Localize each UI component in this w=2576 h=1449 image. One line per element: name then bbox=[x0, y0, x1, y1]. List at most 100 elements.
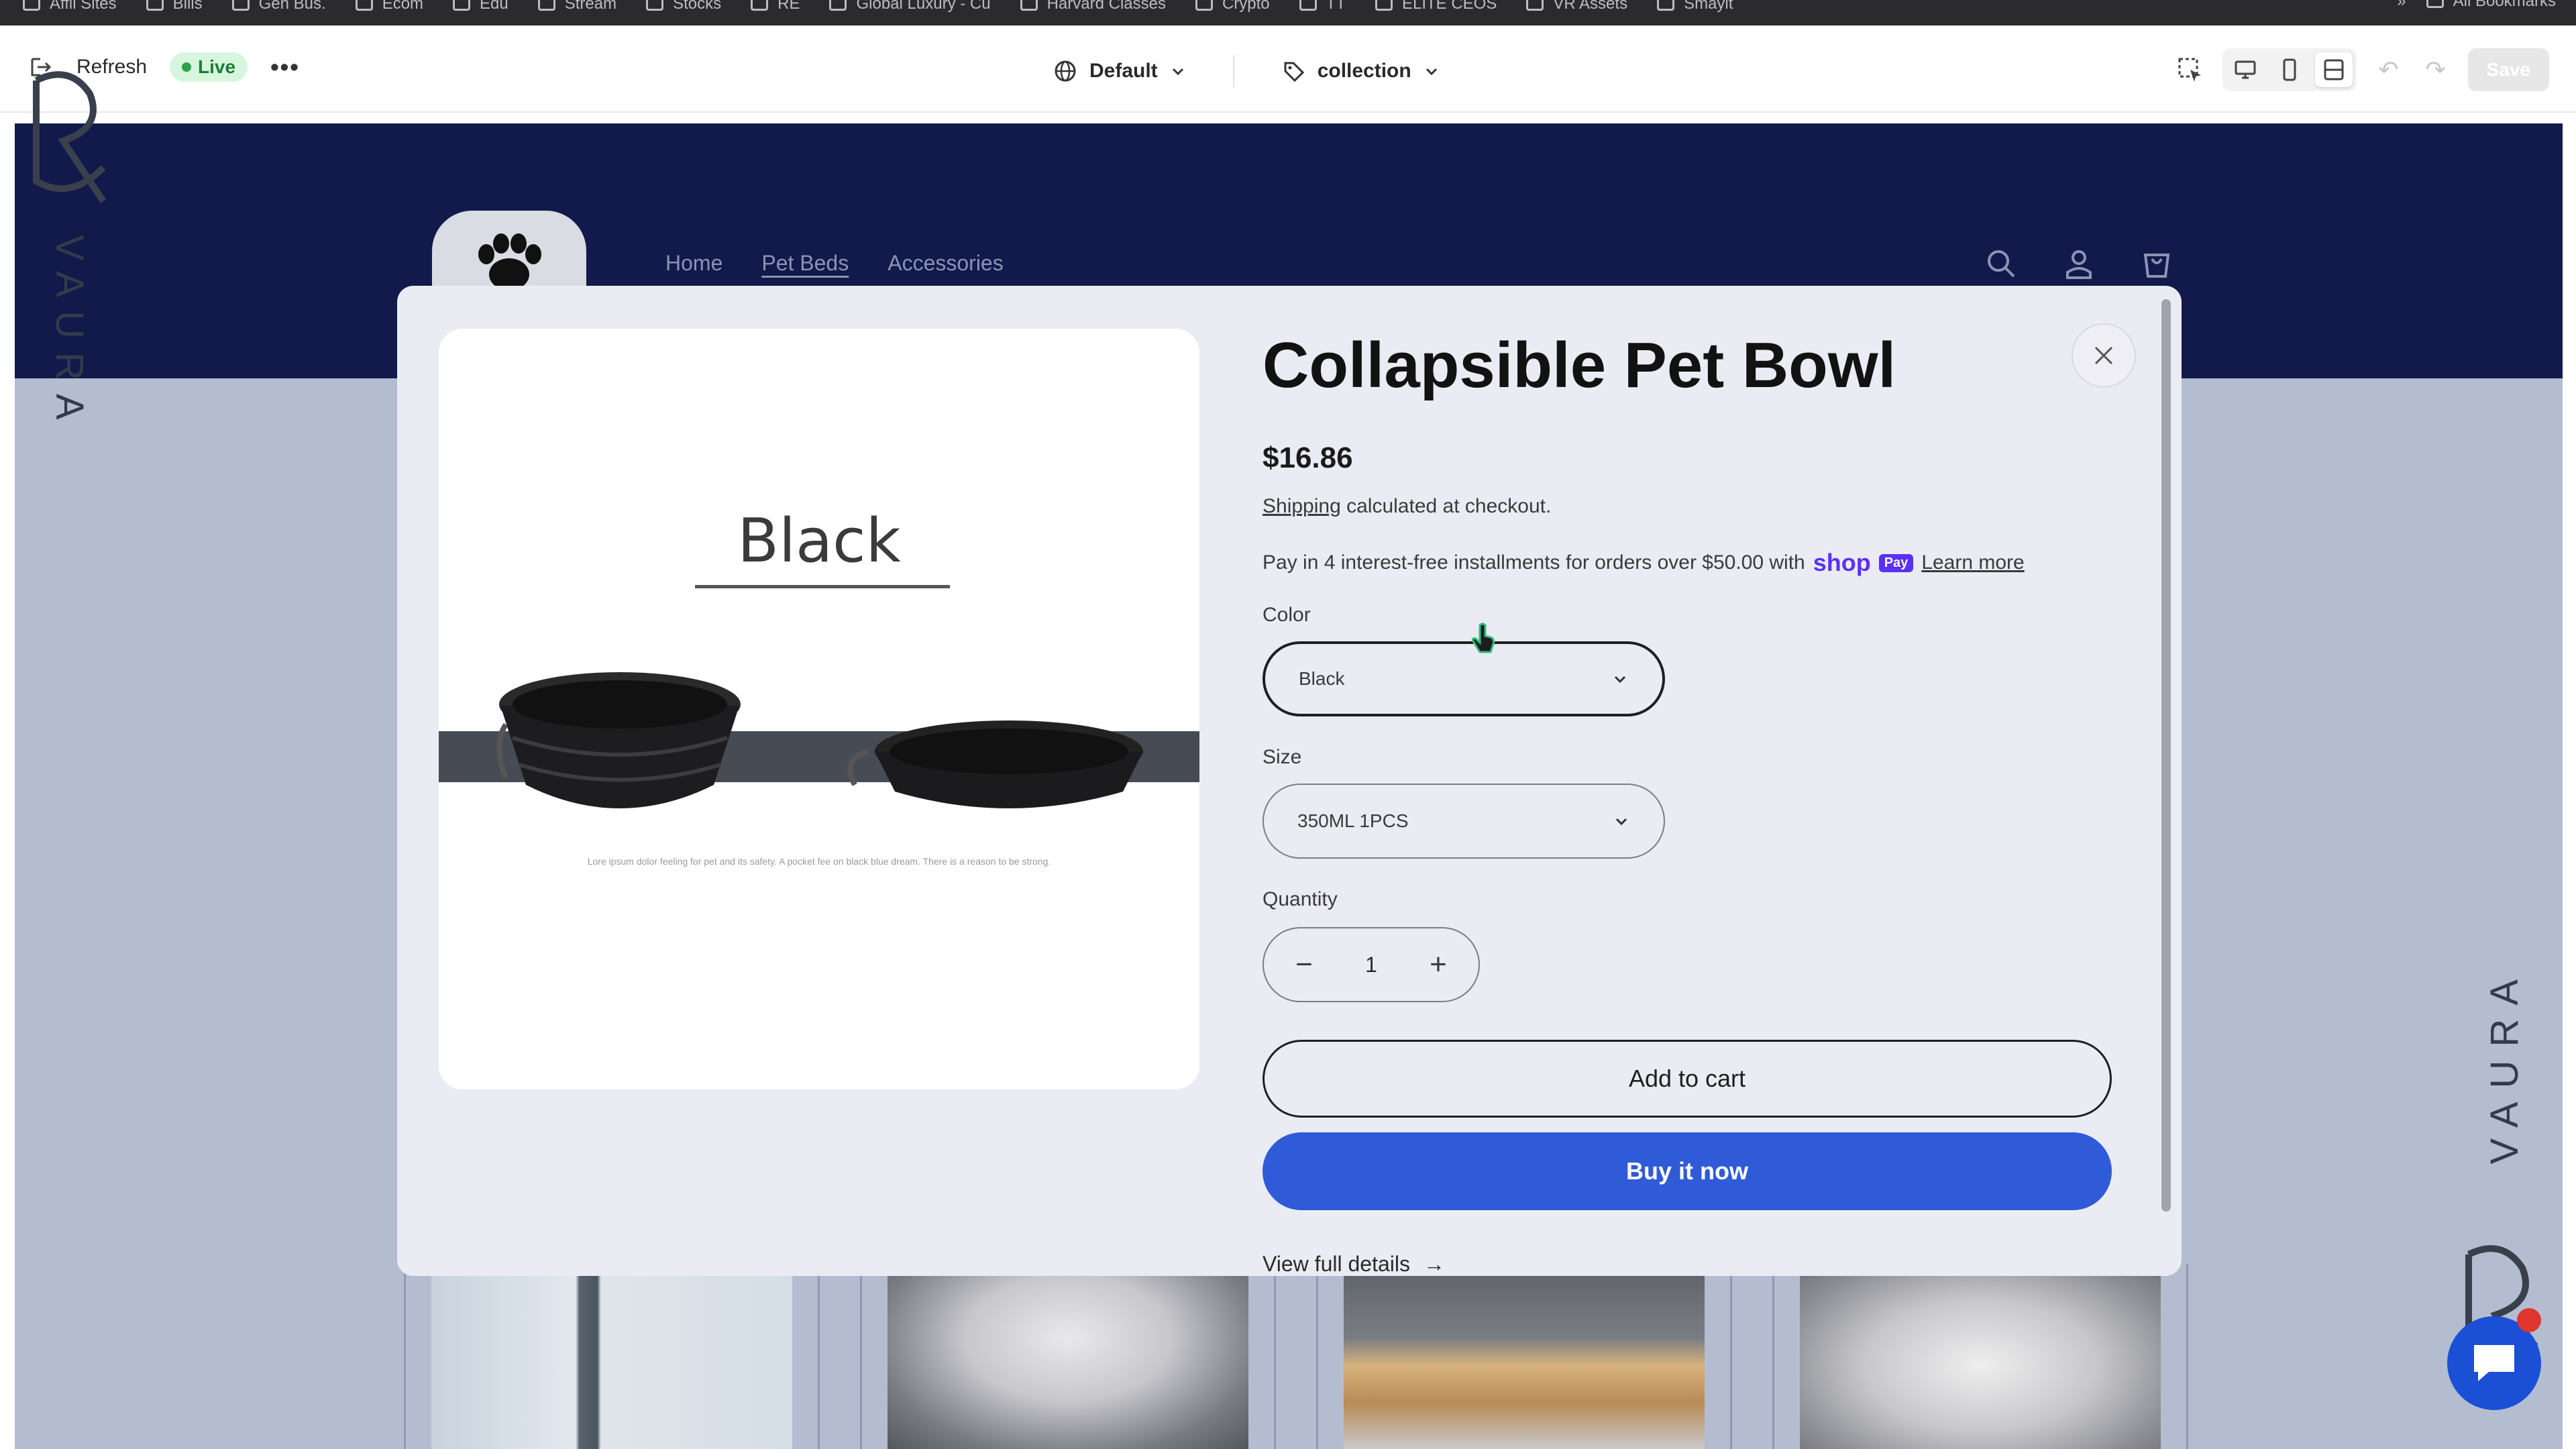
view-full-details-link[interactable]: View full details → bbox=[1263, 1252, 1445, 1276]
bookmark-item[interactable]: RE bbox=[751, 0, 800, 13]
color-select[interactable]: Black bbox=[1263, 641, 1665, 716]
folder-icon bbox=[646, 0, 664, 11]
cart-icon[interactable] bbox=[2140, 247, 2174, 280]
arrow-right-icon: → bbox=[1423, 1252, 1445, 1276]
color-select-value: Black bbox=[1299, 668, 1345, 689]
search-icon[interactable] bbox=[1984, 247, 2018, 280]
nav-home[interactable]: Home bbox=[665, 251, 722, 276]
bookmark-item[interactable]: ELITE CEOS bbox=[1375, 0, 1497, 13]
folder-icon bbox=[1195, 0, 1213, 11]
live-dot-icon bbox=[182, 62, 192, 72]
folder-icon bbox=[2426, 0, 2444, 8]
product-card[interactable] bbox=[1772, 1264, 2188, 1449]
theme-selector[interactable]: Default bbox=[1053, 59, 1186, 83]
all-bookmarks-button[interactable]: All Bookmarks bbox=[2426, 0, 2556, 11]
installments-text: Pay in 4 interest-free installments for … bbox=[1263, 551, 1805, 574]
size-select-value: 350ML 1PCS bbox=[1297, 810, 1409, 831]
installments-note: Pay in 4 interest-free installments for … bbox=[1263, 549, 2025, 577]
watermark-right: VAURA bbox=[2483, 966, 2526, 1165]
shop-pay-badge: Pay bbox=[1878, 553, 1914, 572]
size-label: Size bbox=[1263, 746, 1302, 768]
bookmarks-bar: Affil Sites Bills Gen Bus. Ecom Edu Stream Sto… bbox=[0, 0, 2576, 25]
bookmark-item[interactable]: VR Assets bbox=[1526, 0, 1627, 13]
size-select[interactable]: 350ML 1PCS bbox=[1263, 784, 1665, 859]
product-image: Black Lore ipsum dolor feeling for pet a… bbox=[439, 329, 1199, 1089]
close-icon bbox=[2094, 346, 2113, 365]
fullwidth-icon bbox=[2324, 59, 2344, 80]
bookmark-item[interactable]: Global Luxury - Cu bbox=[829, 0, 991, 13]
mobile-preview-button[interactable] bbox=[2271, 52, 2308, 87]
folder-icon bbox=[1299, 0, 1317, 11]
bookmark-item[interactable]: Stocks bbox=[646, 0, 721, 13]
product-card[interactable] bbox=[860, 1264, 1276, 1449]
quantity-input[interactable]: 1 bbox=[1365, 953, 1377, 977]
quantity-label: Quantity bbox=[1263, 888, 1338, 910]
watermark-left: VAURA bbox=[48, 235, 91, 433]
redo-icon[interactable]: ↷ bbox=[2421, 55, 2451, 85]
chevron-down-icon bbox=[1172, 68, 1183, 76]
folder-icon bbox=[146, 0, 164, 11]
folder-icon bbox=[1375, 0, 1393, 11]
toolbar-divider bbox=[1232, 55, 1234, 87]
fullwidth-preview-button[interactable] bbox=[2314, 52, 2353, 87]
product-card-image bbox=[888, 1264, 1248, 1449]
folder-icon bbox=[231, 0, 250, 11]
inspector-icon[interactable] bbox=[2176, 55, 2205, 85]
folder-icon bbox=[537, 0, 555, 11]
folder-icon bbox=[23, 0, 40, 11]
folder-icon bbox=[453, 0, 471, 11]
bookmark-item[interactable]: Ecom bbox=[355, 0, 423, 13]
shop-pay-logo: shop bbox=[1813, 549, 1871, 576]
buy-now-button[interactable]: Buy it now bbox=[1263, 1132, 2112, 1210]
desktop-icon bbox=[2235, 60, 2256, 79]
learn-more-link[interactable]: Learn more bbox=[1921, 551, 2024, 574]
hand-cursor-icon bbox=[1472, 623, 1495, 653]
bookmark-item[interactable]: Stream bbox=[537, 0, 616, 13]
product-card-image bbox=[1344, 1264, 1705, 1449]
bookmark-item[interactable]: Bills bbox=[146, 0, 203, 13]
product-title: Collapsible Pet Bowl bbox=[1263, 329, 1896, 401]
folder-icon bbox=[1020, 0, 1038, 11]
bookmark-item[interactable]: Crypto bbox=[1195, 0, 1270, 13]
account-icon[interactable] bbox=[2062, 247, 2096, 280]
undo-icon[interactable]: ↶ bbox=[2374, 55, 2404, 85]
color-label: Color bbox=[1263, 604, 1311, 626]
add-to-cart-button[interactable]: Add to cart bbox=[1263, 1040, 2112, 1118]
chevron-down-icon bbox=[1426, 68, 1437, 76]
bookmarks-overflow-button[interactable]: » bbox=[2397, 0, 2406, 11]
chevron-down-icon bbox=[1615, 818, 1627, 826]
desktop-preview-button[interactable] bbox=[2226, 52, 2264, 87]
modal-scrollbar[interactable] bbox=[2161, 299, 2171, 1212]
bookmark-item[interactable]: Smaylt bbox=[1657, 0, 1733, 13]
product-card[interactable] bbox=[1316, 1264, 1732, 1449]
bookmark-item[interactable]: Edu bbox=[453, 0, 508, 13]
quantity-stepper: − 1 + bbox=[1263, 927, 1480, 1002]
nav-accessories[interactable]: Accessories bbox=[888, 251, 1004, 276]
more-options-icon[interactable]: ••• bbox=[270, 53, 300, 81]
shipping-link[interactable]: Shipping bbox=[1263, 495, 1341, 517]
mobile-icon bbox=[2283, 58, 2296, 81]
bowl-illustration bbox=[496, 672, 1143, 808]
product-card-image bbox=[1800, 1264, 2161, 1449]
decrease-quantity-button[interactable]: − bbox=[1291, 948, 1318, 981]
product-card[interactable] bbox=[404, 1264, 820, 1449]
live-status-badge: Live bbox=[170, 52, 248, 82]
header-icons bbox=[1984, 247, 2174, 280]
editor-toolbar: Refresh Live ••• Default collection ↶ ↷ … bbox=[0, 25, 2576, 113]
bookmark-item[interactable]: Gen Bus. bbox=[231, 0, 326, 13]
close-button[interactable] bbox=[2072, 323, 2136, 388]
save-button[interactable]: Save bbox=[2467, 48, 2549, 91]
bookmark-item[interactable]: Affil Sites bbox=[23, 0, 117, 13]
vaura-logo-icon bbox=[33, 71, 107, 203]
bookmark-item[interactable]: Harvard Classes bbox=[1020, 0, 1166, 13]
template-selector[interactable]: collection bbox=[1281, 59, 1440, 83]
product-price: $16.86 bbox=[1263, 441, 1353, 474]
nav-pet-beds[interactable]: Pet Beds bbox=[761, 251, 849, 276]
chat-notification-badge bbox=[2517, 1308, 2541, 1332]
increase-quantity-button[interactable]: + bbox=[1425, 948, 1452, 981]
tag-icon bbox=[1284, 62, 1304, 83]
device-preview-group bbox=[2222, 48, 2357, 91]
bookmark-item[interactable]: TT bbox=[1299, 0, 1346, 13]
folder-icon bbox=[1526, 0, 1544, 11]
chevron-down-icon bbox=[1614, 676, 1626, 684]
